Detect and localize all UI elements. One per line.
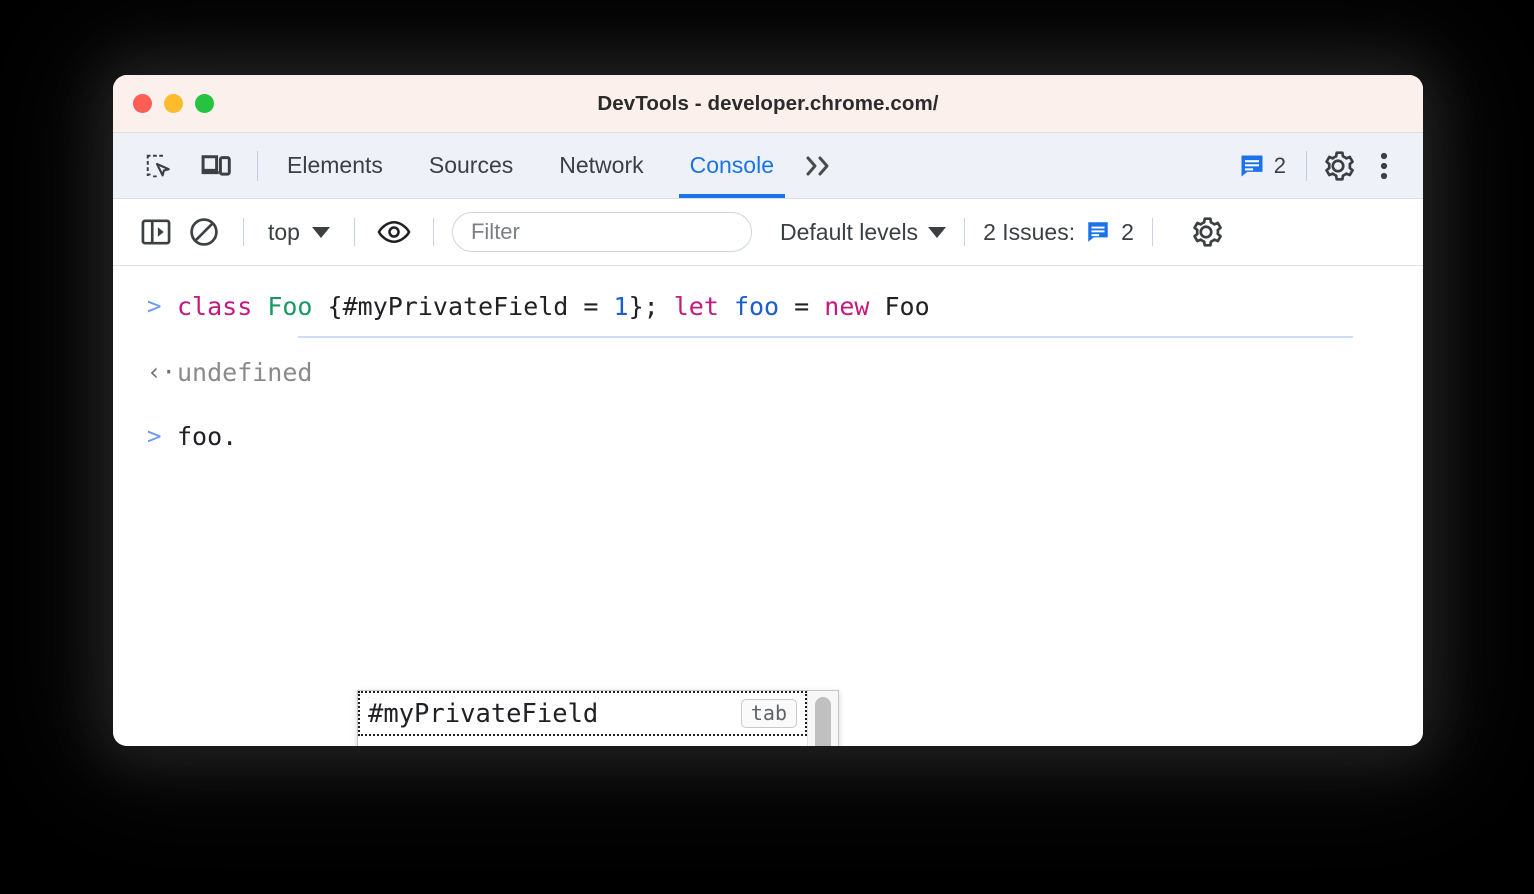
console-issues-count: 2 (1121, 218, 1134, 245)
tab-sources-label: Sources (428, 152, 514, 178)
tabbar-issues-count: 2 (1273, 152, 1286, 178)
autocomplete-tab-badge: tab (740, 699, 797, 728)
tabbar-left-icons (113, 145, 251, 187)
autocomplete-item-selected[interactable]: #myPrivateField tab (358, 691, 807, 736)
autocomplete-popup[interactable]: #myPrivateField tab __defineGetter__ __d… (357, 690, 839, 746)
tab-list: Elements Sources Network Console (264, 133, 851, 198)
tab-elements[interactable]: Elements (264, 133, 406, 198)
kebab-menu-icon (1379, 150, 1389, 182)
tab-network-label: Network (559, 152, 644, 178)
code-token: = (779, 292, 825, 321)
show-console-sidebar-icon (140, 216, 172, 248)
autocomplete-item[interactable]: __defineGetter__ (358, 736, 807, 747)
more-tabs-button[interactable] (797, 153, 851, 179)
autocomplete-item-label: #myPrivateField (368, 698, 599, 729)
tabbar-right-icons: 2 (1228, 145, 1423, 187)
console-settings-button[interactable] (1185, 211, 1227, 253)
code-token: foo (733, 292, 780, 321)
console-input-entry: > class Foo {#myPrivateField = 1}; let f… (113, 266, 1423, 330)
console-toolbar-divider-5 (1151, 218, 1153, 246)
devtools-main-menu-button[interactable] (1363, 145, 1405, 187)
clear-console-icon (188, 216, 220, 248)
tab-sources[interactable]: Sources (406, 133, 536, 198)
tab-console-label: Console (689, 152, 774, 178)
console-issues-button[interactable]: 2 Issues: 2 (983, 219, 1134, 246)
tab-network[interactable]: Network (536, 133, 666, 198)
window-title: DevTools - developer.chrome.com/ (597, 91, 939, 115)
inspect-element-button[interactable] (137, 145, 179, 187)
result-arrow-icon: ‹· (147, 358, 176, 386)
code-token: Foo (267, 292, 313, 321)
devtools-tabbar: Elements Sources Network Console 2 (113, 133, 1423, 199)
autocomplete-item-label: __defineGetter__ (368, 744, 614, 747)
console-toolbar-divider-2 (353, 218, 355, 246)
window-titlebar: DevTools - developer.chrome.com/ (113, 75, 1423, 133)
execution-context-label: top (268, 218, 300, 245)
console-toolbar-divider-3 (432, 218, 434, 246)
code-token: class (177, 292, 253, 321)
console-result-value: undefined (177, 358, 313, 387)
close-window-button[interactable] (133, 94, 152, 113)
console-input-code: class Foo {#myPrivateField = 1}; let foo… (177, 292, 930, 322)
chevron-down-icon (928, 226, 947, 238)
screenshot-root: DevTools - developer.chrome.com/ Element… (0, 0, 1534, 894)
autocomplete-scrollbar[interactable] (807, 691, 838, 746)
inspect-element-icon (143, 151, 173, 181)
console-prompt-text: foo. (177, 422, 238, 451)
tabbar-divider (257, 150, 258, 181)
console-toolbar: top Default levels 2 Issues: (113, 199, 1423, 266)
console-result-entry: ‹· undefined (113, 338, 1423, 388)
log-levels-selector[interactable]: Default levels (779, 218, 947, 246)
console-toolbar-divider-4 (964, 218, 966, 246)
chevron-double-right-icon (803, 153, 837, 179)
chevron-down-icon (311, 226, 330, 238)
log-levels-label: Default levels (779, 218, 919, 245)
window-traffic-lights (133, 94, 214, 113)
issues-icon (1085, 219, 1111, 245)
tabbar-right-divider (1306, 150, 1307, 181)
code-token: let (673, 292, 719, 321)
devtools-settings-button[interactable] (1317, 145, 1359, 187)
tab-elements-label: Elements (287, 152, 383, 178)
create-live-expression-button[interactable] (373, 211, 415, 253)
minimize-window-button[interactable] (164, 94, 183, 113)
console-filter-input[interactable] (451, 212, 752, 252)
toggle-console-sidebar-button[interactable] (135, 211, 177, 253)
console-issues-label: 2 Issues: (983, 218, 1076, 245)
gear-icon (1189, 215, 1223, 249)
clear-console-button[interactable] (183, 211, 225, 253)
tabbar-issues-button[interactable]: 2 (1228, 152, 1296, 180)
prompt-arrow-icon: > (147, 292, 162, 320)
execution-context-selector[interactable]: top (262, 219, 336, 246)
code-token: new (824, 292, 870, 321)
autocomplete-list: #myPrivateField tab __defineGetter__ __d… (358, 691, 807, 746)
console-toolbar-divider-1 (243, 218, 244, 246)
maximize-window-button[interactable] (195, 94, 214, 113)
console-message-list[interactable]: > class Foo {#myPrivateField = 1}; let f… (113, 266, 1423, 746)
tab-console[interactable]: Console (667, 133, 797, 198)
device-toolbar-icon (200, 151, 232, 181)
issues-icon (1238, 152, 1266, 180)
code-token: {#myPrivateField = (312, 292, 614, 321)
toggle-device-toolbar-button[interactable] (195, 145, 237, 187)
prompt-arrow-icon: > (147, 422, 162, 450)
autocomplete-scrollbar-thumb[interactable] (815, 697, 831, 746)
console-prompt-entry[interactable]: > foo. (113, 388, 1423, 452)
devtools-window: DevTools - developer.chrome.com/ Element… (113, 75, 1423, 746)
gear-icon (1321, 149, 1355, 183)
eye-icon (377, 217, 411, 247)
code-token: 1 (613, 292, 629, 321)
code-token: }; (628, 292, 674, 321)
code-token: Foo (869, 292, 930, 321)
